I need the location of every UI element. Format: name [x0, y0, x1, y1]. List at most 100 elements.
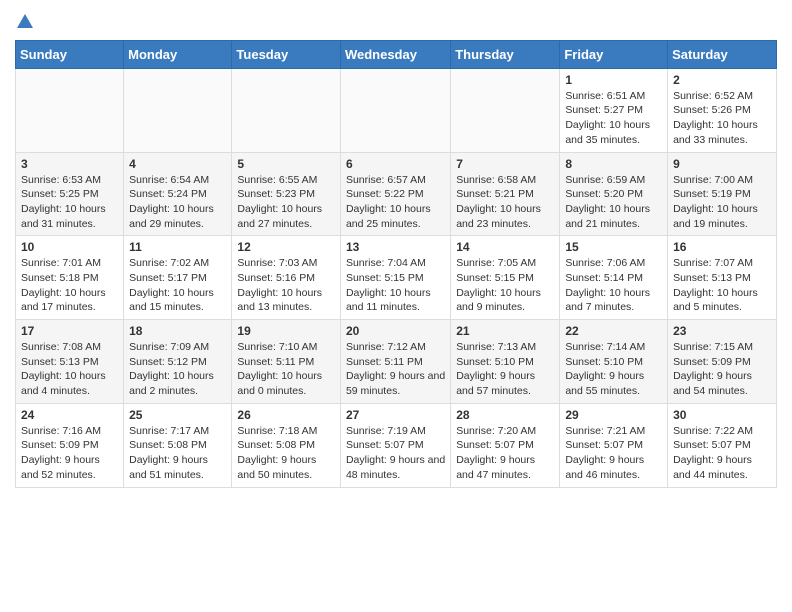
day-number: 8	[565, 157, 662, 171]
logo-general	[15, 10, 33, 30]
day-cell: 24 Sunrise: 7:16 AM Sunset: 5:09 PM Dayli…	[16, 403, 124, 487]
day-number: 14	[456, 240, 554, 254]
day-info: Sunrise: 7:08 AM Sunset: 5:13 PM Dayligh…	[21, 340, 118, 399]
week-row-2: 3 Sunrise: 6:53 AM Sunset: 5:25 PM Daylig…	[16, 152, 777, 236]
day-cell: 27 Sunrise: 7:19 AM Sunset: 5:07 PM Dayli…	[340, 403, 450, 487]
day-info: Sunrise: 7:06 AM Sunset: 5:14 PM Dayligh…	[565, 256, 662, 315]
day-info: Sunrise: 6:51 AM Sunset: 5:27 PM Dayligh…	[565, 89, 662, 148]
day-cell	[16, 68, 124, 152]
day-number: 5	[237, 157, 335, 171]
day-cell: 25 Sunrise: 7:17 AM Sunset: 5:08 PM Dayli…	[124, 403, 232, 487]
day-info: Sunrise: 6:59 AM Sunset: 5:20 PM Dayligh…	[565, 173, 662, 232]
day-cell	[124, 68, 232, 152]
weekday-header-wednesday: Wednesday	[340, 40, 450, 68]
day-info: Sunrise: 7:02 AM Sunset: 5:17 PM Dayligh…	[129, 256, 226, 315]
day-info: Sunrise: 7:04 AM Sunset: 5:15 PM Dayligh…	[346, 256, 445, 315]
calendar: SundayMondayTuesdayWednesdayThursdayFrid…	[15, 40, 777, 488]
day-cell: 1 Sunrise: 6:51 AM Sunset: 5:27 PM Daylig…	[560, 68, 668, 152]
day-number: 13	[346, 240, 445, 254]
week-row-3: 10 Sunrise: 7:01 AM Sunset: 5:18 PM Dayli…	[16, 236, 777, 320]
day-number: 15	[565, 240, 662, 254]
weekday-header-saturday: Saturday	[668, 40, 777, 68]
day-number: 23	[673, 324, 771, 338]
weekday-header-row: SundayMondayTuesdayWednesdayThursdayFrid…	[16, 40, 777, 68]
logo-icon-inline	[17, 14, 33, 28]
logo	[15, 10, 33, 30]
day-number: 1	[565, 73, 662, 87]
day-info: Sunrise: 7:13 AM Sunset: 5:10 PM Dayligh…	[456, 340, 554, 399]
day-number: 16	[673, 240, 771, 254]
day-info: Sunrise: 6:58 AM Sunset: 5:21 PM Dayligh…	[456, 173, 554, 232]
day-number: 20	[346, 324, 445, 338]
day-number: 18	[129, 324, 226, 338]
day-info: Sunrise: 7:15 AM Sunset: 5:09 PM Dayligh…	[673, 340, 771, 399]
day-number: 4	[129, 157, 226, 171]
day-info: Sunrise: 7:03 AM Sunset: 5:16 PM Dayligh…	[237, 256, 335, 315]
day-info: Sunrise: 7:05 AM Sunset: 5:15 PM Dayligh…	[456, 256, 554, 315]
day-number: 22	[565, 324, 662, 338]
day-cell: 19 Sunrise: 7:10 AM Sunset: 5:11 PM Dayli…	[232, 320, 341, 404]
day-number: 12	[237, 240, 335, 254]
day-cell: 9 Sunrise: 7:00 AM Sunset: 5:19 PM Daylig…	[668, 152, 777, 236]
day-info: Sunrise: 7:00 AM Sunset: 5:19 PM Dayligh…	[673, 173, 771, 232]
day-number: 17	[21, 324, 118, 338]
day-number: 21	[456, 324, 554, 338]
day-info: Sunrise: 7:19 AM Sunset: 5:07 PM Dayligh…	[346, 424, 445, 483]
day-cell: 3 Sunrise: 6:53 AM Sunset: 5:25 PM Daylig…	[16, 152, 124, 236]
day-number: 29	[565, 408, 662, 422]
day-number: 11	[129, 240, 226, 254]
weekday-header-monday: Monday	[124, 40, 232, 68]
day-number: 26	[237, 408, 335, 422]
day-info: Sunrise: 7:09 AM Sunset: 5:12 PM Dayligh…	[129, 340, 226, 399]
day-info: Sunrise: 6:52 AM Sunset: 5:26 PM Dayligh…	[673, 89, 771, 148]
day-info: Sunrise: 7:14 AM Sunset: 5:10 PM Dayligh…	[565, 340, 662, 399]
page-header	[15, 10, 777, 30]
day-cell: 29Sunrise: 7:21 AM Sunset: 5:07 PM Dayli…	[560, 403, 668, 487]
day-info: Sunrise: 7:10 AM Sunset: 5:11 PM Dayligh…	[237, 340, 335, 399]
day-info: Sunrise: 7:16 AM Sunset: 5:09 PM Dayligh…	[21, 424, 118, 483]
day-cell: 18 Sunrise: 7:09 AM Sunset: 5:12 PM Dayli…	[124, 320, 232, 404]
day-number: 2	[673, 73, 771, 87]
day-cell: 11 Sunrise: 7:02 AM Sunset: 5:17 PM Dayli…	[124, 236, 232, 320]
day-cell: 23 Sunrise: 7:15 AM Sunset: 5:09 PM Dayli…	[668, 320, 777, 404]
weekday-header-tuesday: Tuesday	[232, 40, 341, 68]
day-info: Sunrise: 6:53 AM Sunset: 5:25 PM Dayligh…	[21, 173, 118, 232]
day-cell: 20 Sunrise: 7:12 AM Sunset: 5:11 PM Dayli…	[340, 320, 450, 404]
day-number: 25	[129, 408, 226, 422]
day-number: 9	[673, 157, 771, 171]
day-number: 30	[673, 408, 771, 422]
day-cell: 2 Sunrise: 6:52 AM Sunset: 5:26 PM Daylig…	[668, 68, 777, 152]
week-row-4: 17 Sunrise: 7:08 AM Sunset: 5:13 PM Dayli…	[16, 320, 777, 404]
weekday-header-friday: Friday	[560, 40, 668, 68]
week-row-1: 1 Sunrise: 6:51 AM Sunset: 5:27 PM Daylig…	[16, 68, 777, 152]
week-row-5: 24 Sunrise: 7:16 AM Sunset: 5:09 PM Dayli…	[16, 403, 777, 487]
day-cell	[340, 68, 450, 152]
day-cell: 30 Sunrise: 7:22 AM Sunset: 5:07 PM Dayli…	[668, 403, 777, 487]
day-cell: 8 Sunrise: 6:59 AM Sunset: 5:20 PM Daylig…	[560, 152, 668, 236]
day-number: 24	[21, 408, 118, 422]
day-info: Sunrise: 7:17 AM Sunset: 5:08 PM Dayligh…	[129, 424, 226, 483]
day-info: Sunrise: 6:57 AM Sunset: 5:22 PM Dayligh…	[346, 173, 445, 232]
day-cell: 22 Sunrise: 7:14 AM Sunset: 5:10 PM Dayli…	[560, 320, 668, 404]
day-cell: 15 Sunrise: 7:06 AM Sunset: 5:14 PM Dayli…	[560, 236, 668, 320]
day-cell: 28Sunrise: 7:20 AM Sunset: 5:07 PM Dayli…	[451, 403, 560, 487]
day-info: Sunrise: 7:12 AM Sunset: 5:11 PM Dayligh…	[346, 340, 445, 399]
day-number: 19	[237, 324, 335, 338]
day-info: Sunrise: 7:01 AM Sunset: 5:18 PM Dayligh…	[21, 256, 118, 315]
day-cell: 21 Sunrise: 7:13 AM Sunset: 5:10 PM Dayli…	[451, 320, 560, 404]
day-cell: 12 Sunrise: 7:03 AM Sunset: 5:16 PM Dayli…	[232, 236, 341, 320]
day-number: 27	[346, 408, 445, 422]
day-cell: 13 Sunrise: 7:04 AM Sunset: 5:15 PM Dayli…	[340, 236, 450, 320]
day-info: Sunrise: 7:22 AM Sunset: 5:07 PM Dayligh…	[673, 424, 771, 483]
day-info: Sunrise: 6:55 AM Sunset: 5:23 PM Dayligh…	[237, 173, 335, 232]
day-cell: 6Sunrise: 6:57 AM Sunset: 5:22 PM Daylig…	[340, 152, 450, 236]
day-cell: 10 Sunrise: 7:01 AM Sunset: 5:18 PM Dayli…	[16, 236, 124, 320]
day-cell	[232, 68, 341, 152]
weekday-header-thursday: Thursday	[451, 40, 560, 68]
day-cell: 7Sunrise: 6:58 AM Sunset: 5:21 PM Daylig…	[451, 152, 560, 236]
day-info: Sunrise: 6:54 AM Sunset: 5:24 PM Dayligh…	[129, 173, 226, 232]
day-number: 3	[21, 157, 118, 171]
day-info: Sunrise: 7:18 AM Sunset: 5:08 PM Dayligh…	[237, 424, 335, 483]
day-info: Sunrise: 7:07 AM Sunset: 5:13 PM Dayligh…	[673, 256, 771, 315]
day-number: 10	[21, 240, 118, 254]
